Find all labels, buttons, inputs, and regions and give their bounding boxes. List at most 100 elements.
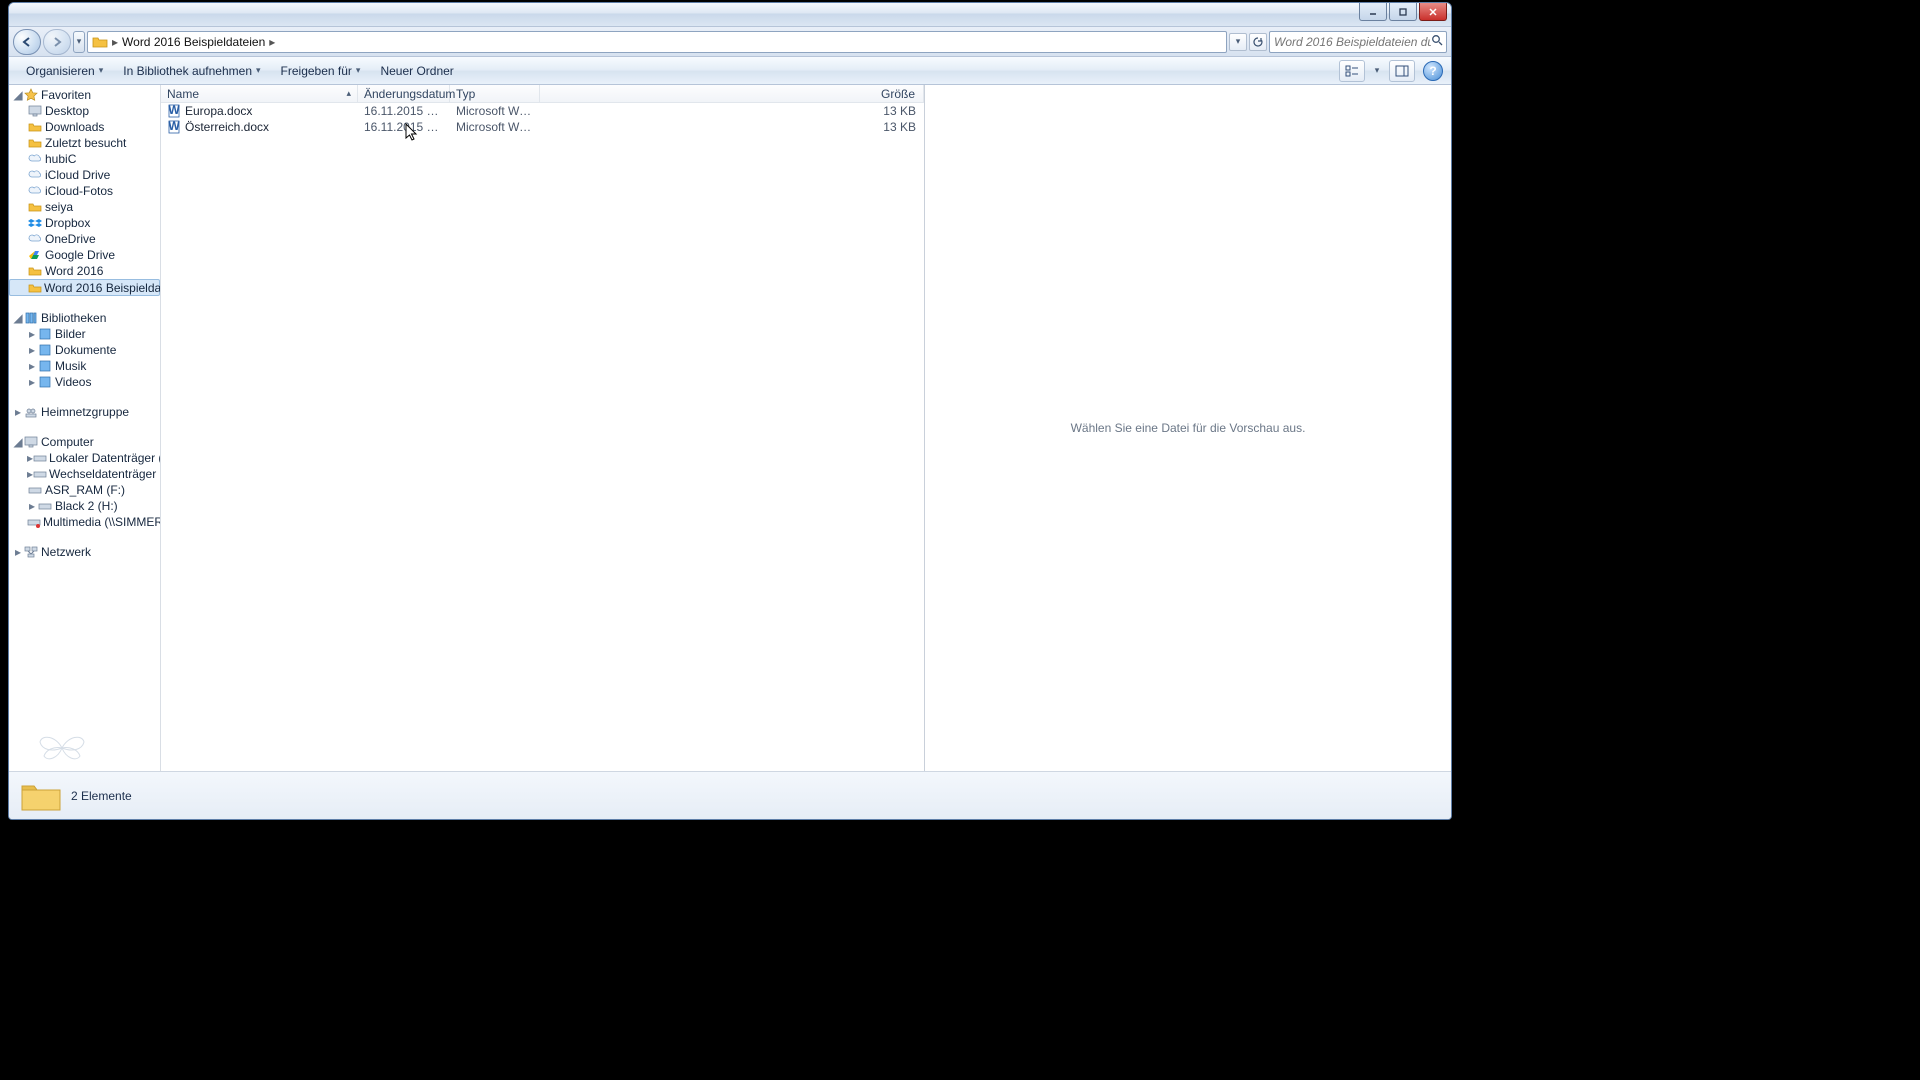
col-size[interactable]: Größe <box>540 85 924 102</box>
address-history-dropdown[interactable]: ▾ <box>1229 33 1247 51</box>
tree-hubic-label: hubiC <box>45 152 76 166</box>
tree-onedrive[interactable]: OneDrive <box>9 231 160 247</box>
file-name: Europa.docx <box>185 104 252 118</box>
include-in-library-button[interactable]: In Bibliothek aufnehmen▾ <box>114 60 269 82</box>
back-button[interactable] <box>13 29 41 55</box>
folder-icon <box>27 263 43 279</box>
folder-icon <box>27 135 43 151</box>
tree-drive-f[interactable]: ASR_RAM (F:) <box>9 482 160 498</box>
cloud-icon <box>27 151 43 167</box>
breadcrumb-separator-icon: ▸ <box>112 35 118 49</box>
col-name[interactable]: Name ▴ <box>161 85 358 102</box>
tree-drive-h-label: Black 2 (H:) <box>55 499 118 513</box>
view-mode-dropdown[interactable]: ▾ <box>1370 60 1384 82</box>
libraries-icon <box>23 310 39 326</box>
tree-videos-label: Videos <box>55 375 91 389</box>
tree-music[interactable]: ▸Musik <box>9 358 160 374</box>
tree-word2016bsp-label: Word 2016 Beispieldateien <box>44 281 161 295</box>
breadcrumb-current[interactable]: Word 2016 Beispieldateien <box>122 35 265 49</box>
tree-drive-c[interactable]: ▸Lokaler Datenträger (C:) <box>9 450 160 466</box>
refresh-button[interactable] <box>1249 33 1267 51</box>
drive-icon <box>33 450 47 466</box>
file-row[interactable]: W Europa.docx 16.11.2015 20:34 Microsoft… <box>161 103 924 119</box>
search-input[interactable] <box>1274 35 1431 49</box>
library-icon <box>37 342 53 358</box>
tree-icloudfotos[interactable]: iCloud-Fotos <box>9 183 160 199</box>
new-folder-label: Neuer Ordner <box>380 64 453 78</box>
tree-onedrive-label: OneDrive <box>45 232 96 246</box>
col-date[interactable]: Änderungsdatum <box>358 85 450 102</box>
share-button[interactable]: Freigeben für▾ <box>272 60 370 82</box>
view-mode-button[interactable] <box>1339 60 1365 82</box>
star-icon <box>23 87 39 103</box>
navigation-tree[interactable]: ◢ Favoriten Desktop Downloads Zuletzt be… <box>9 85 161 771</box>
titlebar[interactable] <box>9 3 1451 27</box>
tree-documents-label: Dokumente <box>55 343 116 357</box>
desktop-icon <box>27 103 43 119</box>
maximize-button[interactable] <box>1389 3 1417 21</box>
explorer-window: ▾ ▸ Word 2016 Beispieldateien ▸ ▾ <box>8 2 1452 820</box>
minimize-button[interactable] <box>1359 3 1387 21</box>
tree-libraries-label: Bibliotheken <box>41 311 106 325</box>
preview-empty-text: Wählen Sie eine Datei für die Vorschau a… <box>1071 421 1306 435</box>
tree-desktop[interactable]: Desktop <box>9 103 160 119</box>
forward-button[interactable] <box>43 29 71 55</box>
tree-hubic[interactable]: hubiC <box>9 151 160 167</box>
new-folder-button[interactable]: Neuer Ordner <box>371 60 462 82</box>
cloud-icon <box>27 231 43 247</box>
tree-seiya[interactable]: seiya <box>9 199 160 215</box>
search-box[interactable] <box>1269 31 1447 53</box>
tree-homegroup[interactable]: ▸Heimnetzgruppe <box>9 404 160 420</box>
cloud-icon <box>27 167 43 183</box>
tree-favorites[interactable]: ◢ Favoriten <box>9 87 160 103</box>
file-type: Microsoft Word-D... <box>450 120 540 134</box>
column-headers: Name ▴ Änderungsdatum Typ Größe <box>161 85 924 103</box>
include-label: In Bibliothek aufnehmen <box>123 64 252 78</box>
col-size-label: Größe <box>881 87 915 101</box>
file-list[interactable]: Name ▴ Änderungsdatum Typ Größe W Europa.… <box>161 85 925 771</box>
tree-drive-d[interactable]: ▸Wechseldatenträger (D:) <box>9 466 160 482</box>
file-size: 13 KB <box>540 104 924 118</box>
tree-googledrive-label: Google Drive <box>45 248 115 262</box>
tree-network[interactable]: ▸Netzwerk <box>9 544 160 560</box>
tree-videos[interactable]: ▸Videos <box>9 374 160 390</box>
file-size: 13 KB <box>540 120 924 134</box>
library-icon <box>37 326 53 342</box>
file-row[interactable]: W Österreich.docx 16.11.2015 20:34 Micro… <box>161 119 924 135</box>
library-icon <box>37 374 53 390</box>
tree-drive-h[interactable]: ▸Black 2 (H:) <box>9 498 160 514</box>
tree-libraries[interactable]: ◢Bibliotheken <box>9 310 160 326</box>
tree-computer[interactable]: ◢Computer <box>9 434 160 450</box>
tree-word2016[interactable]: Word 2016 <box>9 263 160 279</box>
nav-history-dropdown[interactable]: ▾ <box>73 31 85 53</box>
sort-indicator-icon: ▴ <box>346 88 351 99</box>
tree-word2016bsp[interactable]: Word 2016 Beispieldateien <box>9 279 160 296</box>
network-drive-icon <box>27 514 41 530</box>
tree-homegroup-label: Heimnetzgruppe <box>41 405 129 419</box>
tree-pictures[interactable]: ▸Bilder <box>9 326 160 342</box>
col-type[interactable]: Typ <box>450 85 540 102</box>
tree-network-label: Netzwerk <box>41 545 91 559</box>
status-text: 2 Elemente <box>71 789 132 803</box>
close-button[interactable] <box>1419 3 1447 21</box>
preview-pane-button[interactable] <box>1389 60 1415 82</box>
tree-iclouddrive-label: iCloud Drive <box>45 168 110 182</box>
tree-recent[interactable]: Zuletzt besucht <box>9 135 160 151</box>
address-bar[interactable]: ▸ Word 2016 Beispieldateien ▸ <box>87 31 1227 53</box>
homegroup-icon <box>23 404 39 420</box>
tree-downloads[interactable]: Downloads <box>9 119 160 135</box>
help-button[interactable]: ? <box>1423 61 1443 81</box>
file-date: 16.11.2015 20:34 <box>358 120 450 134</box>
svg-text:W: W <box>168 104 180 117</box>
tree-drive-net[interactable]: Multimedia (\\SIMMERING <box>9 514 160 530</box>
tree-documents[interactable]: ▸Dokumente <box>9 342 160 358</box>
tree-dropbox[interactable]: Dropbox <box>9 215 160 231</box>
tree-recent-label: Zuletzt besucht <box>45 136 126 150</box>
tree-iclouddrive[interactable]: iCloud Drive <box>9 167 160 183</box>
organize-button[interactable]: Organisieren▾ <box>17 60 112 82</box>
tree-googledrive[interactable]: Google Drive <box>9 247 160 263</box>
col-name-label: Name <box>167 87 199 101</box>
nav-row: ▾ ▸ Word 2016 Beispieldateien ▸ ▾ <box>9 27 1451 57</box>
breadcrumb-separator-icon: ▸ <box>269 35 275 49</box>
library-icon <box>37 358 53 374</box>
